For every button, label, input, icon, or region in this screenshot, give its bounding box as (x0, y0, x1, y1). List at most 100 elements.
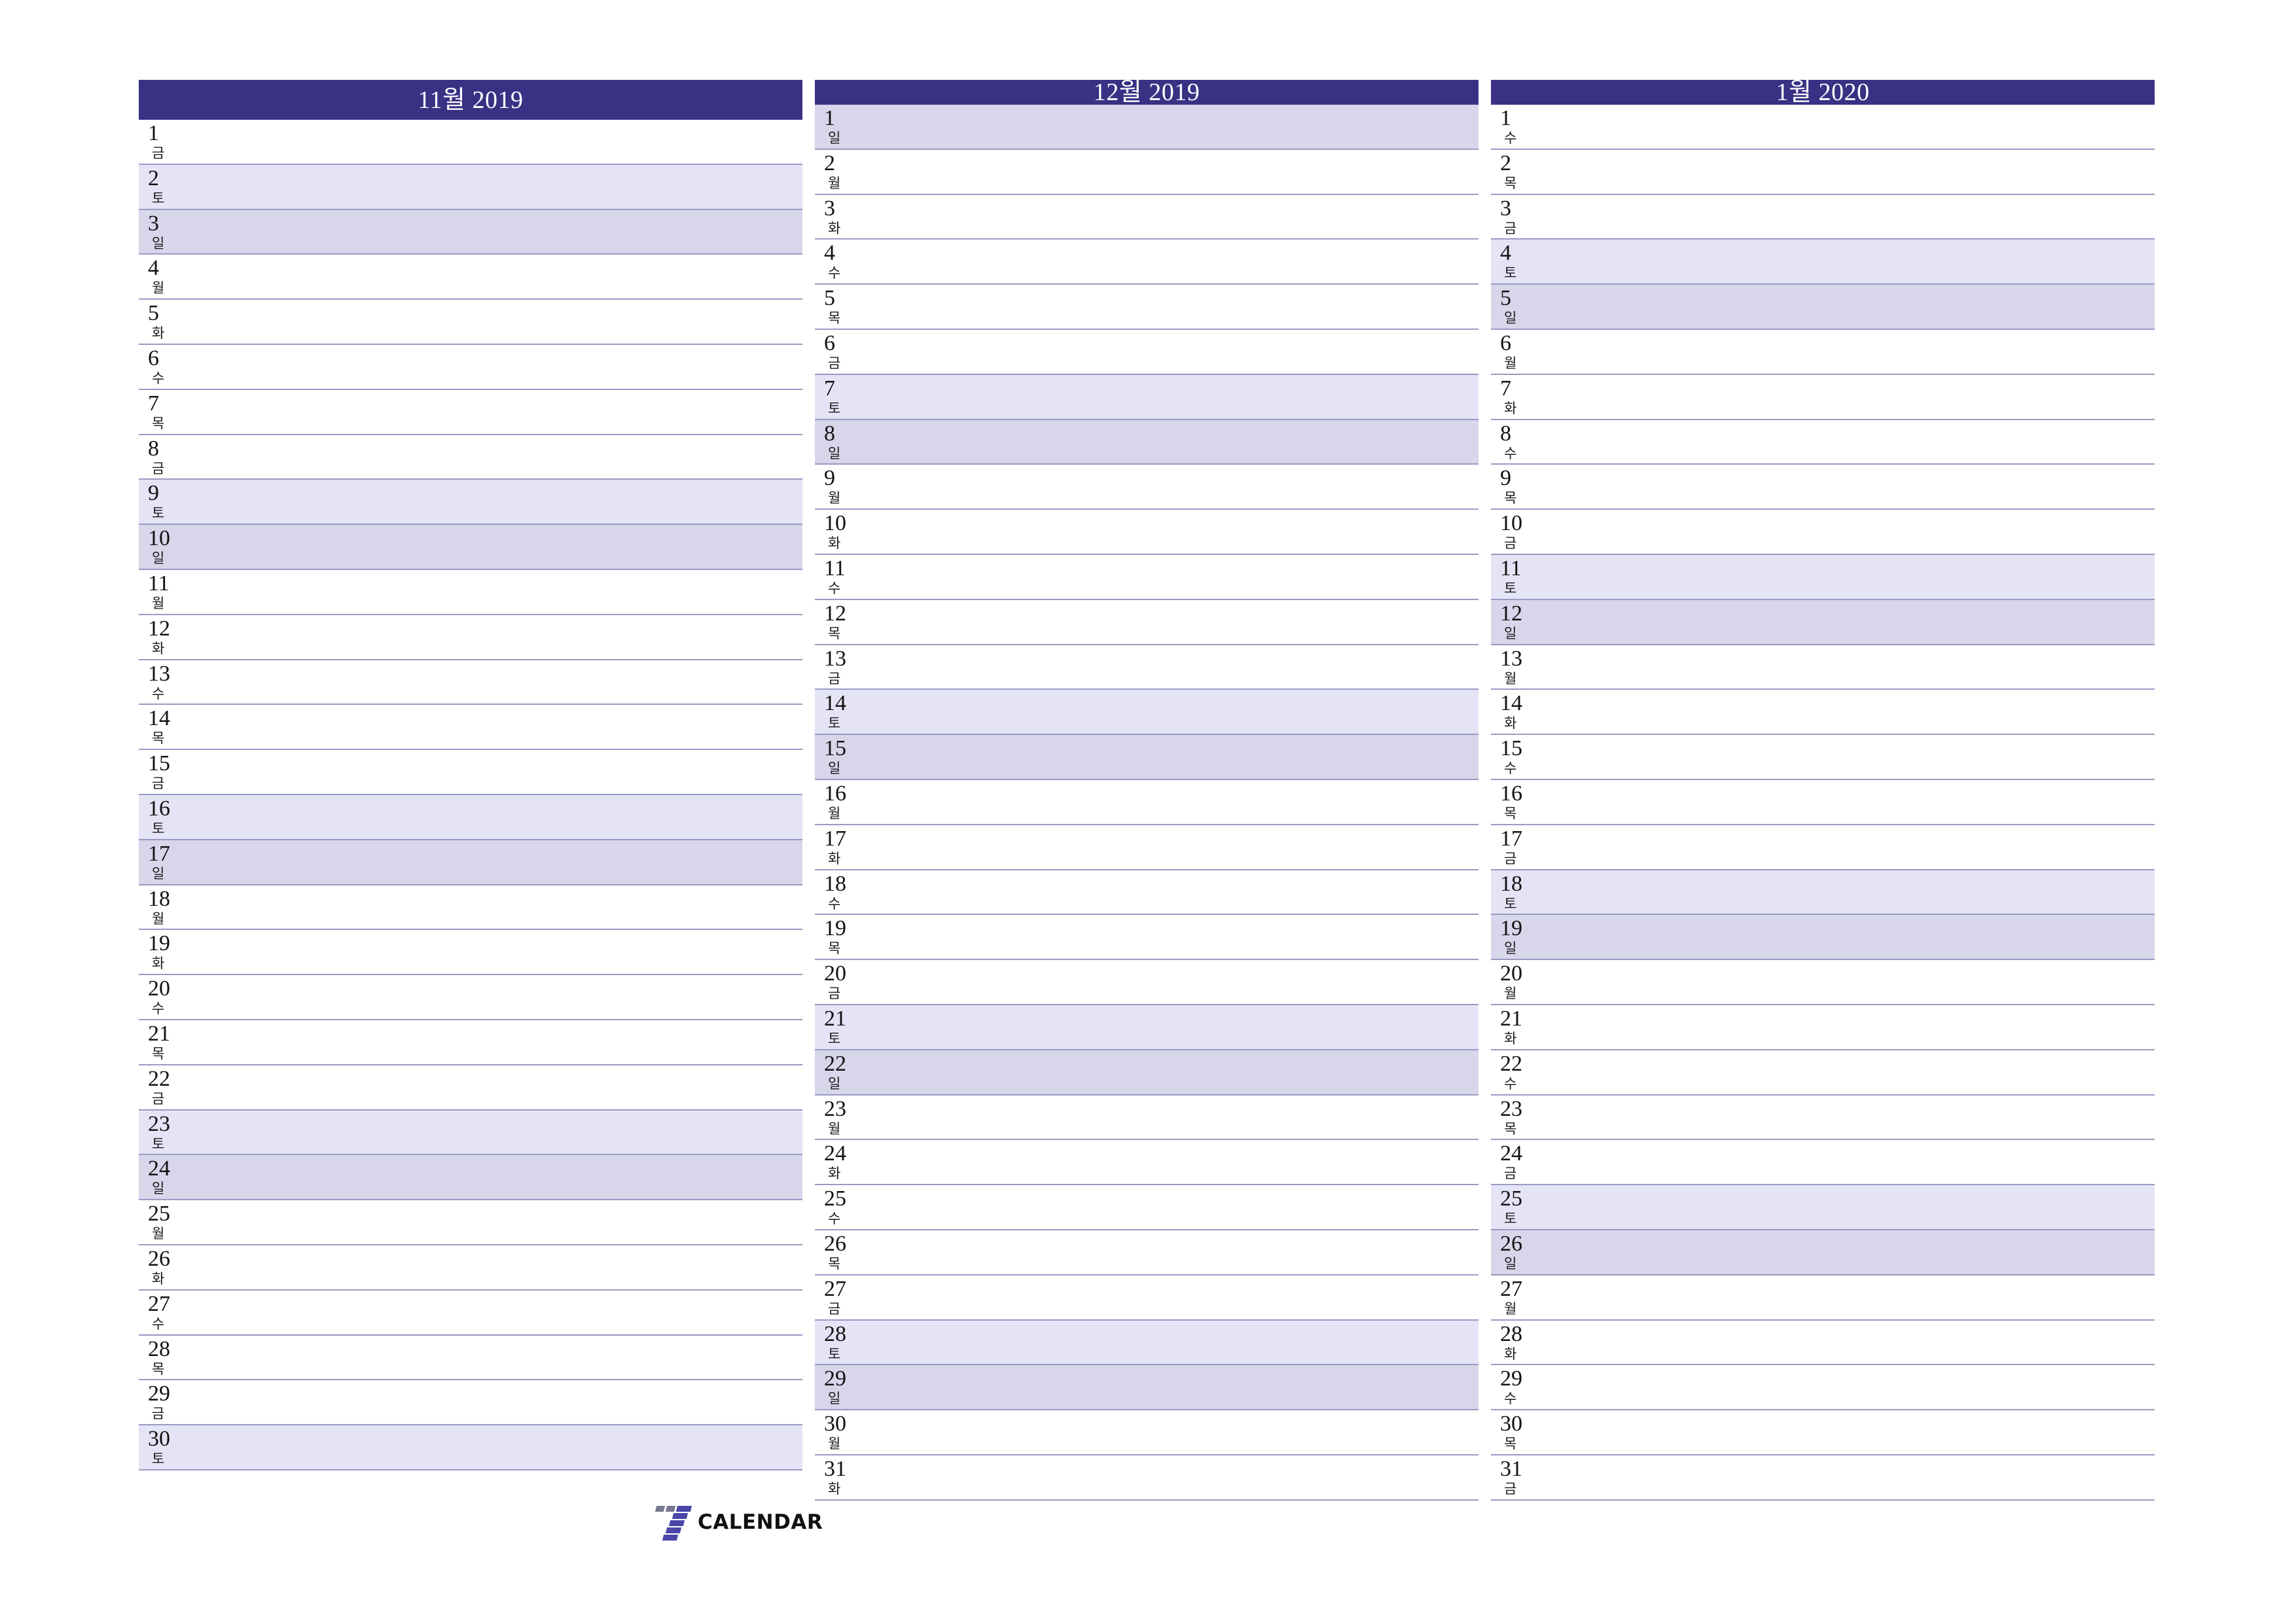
day-row[interactable]: 7화 (1491, 374, 2155, 420)
day-row[interactable]: 12 목 (815, 599, 1479, 645)
day-row[interactable]: 24 일 (139, 1155, 802, 1201)
day-row[interactable]: 1금 (139, 120, 802, 165)
day-row[interactable]: 31 금 (1491, 1455, 2155, 1501)
day-row[interactable]: 23 토 (139, 1110, 802, 1156)
day-row[interactable]: 12 일 (1491, 599, 2155, 645)
day-row[interactable]: 25 수 (815, 1185, 1479, 1230)
day-row[interactable]: 30 토 (139, 1425, 802, 1471)
day-row[interactable]: 7토 (815, 374, 1479, 420)
day-row[interactable]: 4수 (815, 240, 1479, 285)
day-row[interactable]: 17 화 (815, 825, 1479, 870)
day-row[interactable]: 25 토 (1491, 1185, 2155, 1230)
day-row[interactable]: 24 화 (815, 1140, 1479, 1186)
day-row[interactable]: 18 토 (1491, 870, 2155, 916)
day-row[interactable]: 30 목 (1491, 1410, 2155, 1455)
day-row[interactable]: 31 화 (815, 1455, 1479, 1501)
day-row[interactable]: 11 수 (815, 554, 1479, 600)
day-row[interactable]: 11 토 (1491, 554, 2155, 600)
day-row[interactable]: 2토 (139, 164, 802, 210)
day-row[interactable]: 2목 (1491, 149, 2155, 195)
day-row[interactable]: 9월 (815, 465, 1479, 510)
day-row[interactable]: 23 목 (1491, 1095, 2155, 1141)
day-row[interactable]: 13 월 (1491, 645, 2155, 690)
day-row[interactable]: 6월 (1491, 329, 2155, 375)
day-row[interactable]: 13 금 (815, 645, 1479, 690)
day-row[interactable]: 9목 (1491, 465, 2155, 510)
day-row[interactable]: 14 목 (139, 705, 802, 751)
day-row[interactable]: 22 수 (1491, 1050, 2155, 1096)
day-row[interactable]: 4토 (1491, 240, 2155, 285)
day-row[interactable]: 8일 (815, 419, 1479, 465)
day-row[interactable]: 10 일 (139, 525, 802, 570)
day-row[interactable]: 5화 (139, 300, 802, 345)
day-row[interactable]: 20 수 (139, 975, 802, 1020)
day-weekday-label: 수 (152, 370, 165, 386)
day-row[interactable]: 1일 (815, 105, 1479, 150)
day-row[interactable]: 16 토 (139, 794, 802, 840)
day-row[interactable]: 5일 (1491, 285, 2155, 330)
day-row[interactable]: 3금 (1491, 194, 2155, 240)
day-row[interactable]: 12 화 (139, 615, 802, 660)
day-row[interactable]: 28 토 (815, 1320, 1479, 1366)
day-row[interactable]: 20 금 (815, 960, 1479, 1005)
day-row[interactable]: 23 월 (815, 1095, 1479, 1141)
day-row[interactable]: 24 금 (1491, 1140, 2155, 1186)
day-row[interactable]: 21 토 (815, 1005, 1479, 1050)
day-row[interactable]: 27 월 (1491, 1275, 2155, 1321)
day-row[interactable]: 14 토 (815, 690, 1479, 736)
day-row[interactable]: 4월 (139, 255, 802, 300)
day-row[interactable]: 10 금 (1491, 510, 2155, 555)
day-row[interactable]: 16 목 (1491, 779, 2155, 825)
day-row[interactable]: 3일 (139, 209, 802, 255)
day-row[interactable]: 5목 (815, 285, 1479, 330)
day-row[interactable]: 19 목 (815, 915, 1479, 961)
day-number: 17 (824, 826, 846, 851)
day-row[interactable]: 17 일 (139, 840, 802, 885)
day-row[interactable]: 30 월 (815, 1410, 1479, 1455)
day-weekday-label: 화 (152, 955, 165, 972)
day-row[interactable]: 29 금 (139, 1380, 802, 1426)
day-row[interactable]: 18 수 (815, 870, 1479, 916)
day-row[interactable]: 19 화 (139, 930, 802, 976)
day-row[interactable]: 9토 (139, 480, 802, 526)
day-row[interactable]: 27 수 (139, 1290, 802, 1336)
day-row[interactable]: 11 월 (139, 569, 802, 615)
day-row[interactable]: 27 금 (815, 1275, 1479, 1321)
day-row[interactable]: 2월 (815, 149, 1479, 195)
day-row[interactable]: 15 수 (1491, 735, 2155, 780)
day-row[interactable]: 1수 (1491, 105, 2155, 150)
day-weekday-label: 화 (828, 850, 841, 866)
day-row[interactable]: 8수 (1491, 419, 2155, 465)
day-row[interactable]: 17 금 (1491, 825, 2155, 870)
day-row[interactable]: 14 화 (1491, 690, 2155, 736)
day-row[interactable]: 22 일 (815, 1050, 1479, 1096)
day-row[interactable]: 26 화 (139, 1245, 802, 1291)
day-row[interactable]: 21 목 (139, 1020, 802, 1065)
day-row[interactable]: 28 목 (139, 1335, 802, 1381)
day-row[interactable]: 18 월 (139, 885, 802, 931)
day-row[interactable]: 15 금 (139, 750, 802, 795)
day-row[interactable]: 22 금 (139, 1065, 802, 1111)
day-row[interactable]: 20 월 (1491, 960, 2155, 1005)
day-weekday-label: 일 (152, 235, 165, 251)
day-row[interactable]: 29 수 (1491, 1365, 2155, 1411)
day-row[interactable]: 13 수 (139, 660, 802, 705)
day-row[interactable]: 28 화 (1491, 1320, 2155, 1366)
day-row[interactable]: 19 일 (1491, 915, 2155, 961)
day-row[interactable]: 8금 (139, 435, 802, 480)
day-row[interactable]: 29 일 (815, 1365, 1479, 1411)
day-weekday-label: 월 (1504, 670, 1517, 687)
day-row[interactable]: 25 월 (139, 1200, 802, 1245)
day-row[interactable]: 15 일 (815, 735, 1479, 780)
day-row[interactable]: 6수 (139, 344, 802, 390)
day-row[interactable]: 3화 (815, 194, 1479, 240)
day-row[interactable]: 26 목 (815, 1230, 1479, 1275)
day-row[interactable]: 10 화 (815, 510, 1479, 555)
day-row[interactable]: 21 화 (1491, 1005, 2155, 1050)
day-row[interactable]: 6금 (815, 329, 1479, 375)
day-row[interactable]: 26 일 (1491, 1230, 2155, 1275)
day-number: 29 (1500, 1366, 1522, 1391)
day-number: 5 (824, 286, 835, 311)
day-row[interactable]: 7목 (139, 389, 802, 435)
day-row[interactable]: 16 월 (815, 779, 1479, 825)
